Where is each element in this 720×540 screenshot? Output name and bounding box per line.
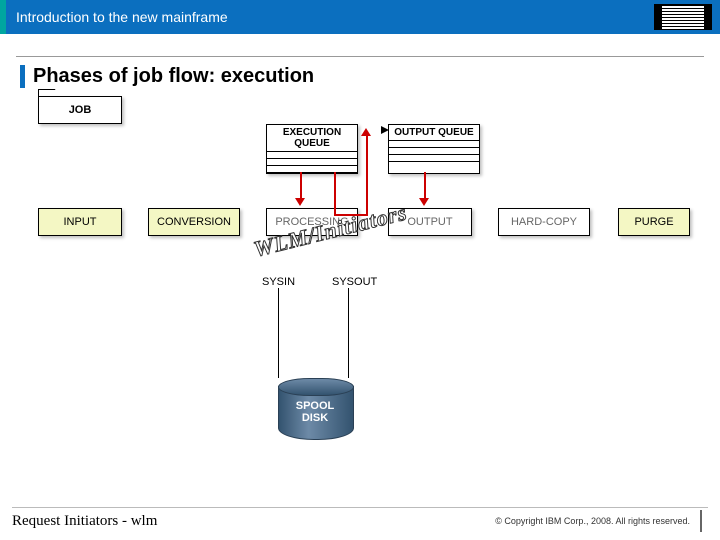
presentation-title: Introduction to the new mainframe xyxy=(6,9,228,25)
arrow-down-icon xyxy=(295,198,305,206)
hardcopy-box: HARD-COPY xyxy=(498,208,590,236)
ibm-logo xyxy=(654,4,712,30)
diagram-canvas: JOB INPUT CONVERSION PROCESSING OUTPUT H… xyxy=(0,88,720,478)
arrow-icon xyxy=(381,126,389,134)
flow-line xyxy=(348,288,349,378)
title-bar: Introduction to the new mainframe xyxy=(0,0,720,34)
footer-bar xyxy=(700,510,702,532)
job-box: JOB xyxy=(38,96,122,124)
divider xyxy=(16,56,704,57)
footer-divider xyxy=(12,507,708,508)
copyright: © Copyright IBM Corp., 2008. All rights … xyxy=(495,516,690,526)
sysin-label: SYSIN xyxy=(262,276,295,288)
execution-queue-label: EXECUTION QUEUE xyxy=(267,125,357,152)
flow-line xyxy=(334,172,336,214)
flow-line xyxy=(278,288,279,378)
execution-queue: EXECUTION QUEUE xyxy=(266,124,358,174)
flow-line xyxy=(424,172,426,200)
output-queue: OUTPUT QUEUE xyxy=(388,124,480,174)
arrow-up-icon xyxy=(361,128,371,136)
conversion-box: CONVERSION xyxy=(148,208,240,236)
ibm-logo-stripes xyxy=(662,6,704,29)
flow-line xyxy=(300,172,302,200)
footer-note: Request Initiators - wlm xyxy=(12,513,157,530)
arrow-down-icon xyxy=(419,198,429,206)
footer: Request Initiators - wlm © Copyright IBM… xyxy=(0,504,720,540)
spool-disk: SPOOL DISK xyxy=(278,378,352,442)
slide-title: Phases of job flow: execution xyxy=(20,65,720,88)
sysout-label: SYSOUT xyxy=(332,276,377,288)
input-box: INPUT xyxy=(38,208,122,236)
spool-label: SPOOL DISK xyxy=(278,400,352,424)
purge-box: PURGE xyxy=(618,208,690,236)
flow-line xyxy=(366,134,368,216)
output-queue-label: OUTPUT QUEUE xyxy=(389,125,479,141)
